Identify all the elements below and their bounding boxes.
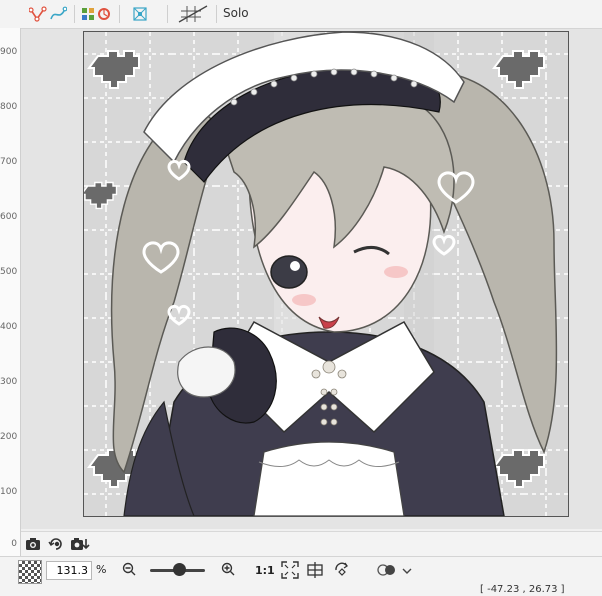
top-toolbar: Solo <box>0 0 602 29</box>
canvas-viewport[interactable] <box>21 29 602 529</box>
toolbar-separator <box>119 5 120 23</box>
artboard[interactable] <box>80 31 569 517</box>
grid-off-icon[interactable] <box>176 4 210 24</box>
chevron-down-icon[interactable] <box>402 565 412 578</box>
color-wheel-icon[interactable] <box>96 4 112 24</box>
toggle-display-icon[interactable] <box>377 563 399 580</box>
ruler-tick: 500 <box>0 267 18 277</box>
toolbar-separator <box>216 5 217 23</box>
ruler-tick: 100 <box>0 487 18 497</box>
transform-icon[interactable] <box>131 4 149 24</box>
ruler-tick: 600 <box>0 212 18 222</box>
actual-size-button[interactable]: 1:1 <box>255 564 275 577</box>
zoom-out-icon[interactable] <box>122 562 136 579</box>
cursor-coordinates: [ -47.23 , 26.73 ] <box>480 584 565 595</box>
zoom-bar: % 1:1 <box>0 556 602 585</box>
rotate-camera-icon[interactable] <box>48 536 65 555</box>
flip-horizontal-icon[interactable] <box>306 561 324 582</box>
zoom-input[interactable] <box>46 561 92 580</box>
toolbar-separator <box>167 5 168 23</box>
zoom-slider-thumb[interactable] <box>173 563 186 576</box>
vertical-ruler: 900 800 700 600 500 400 300 200 100 0 <box>0 28 21 556</box>
canvas-bottom-toolbar <box>21 531 602 557</box>
checkerboard-preview-icon[interactable] <box>18 560 42 584</box>
rotate-view-icon[interactable] <box>333 561 351 582</box>
artwork-illustration <box>80 31 568 517</box>
camera-icon[interactable] <box>25 536 41 554</box>
solo-label[interactable]: Solo <box>223 6 249 20</box>
ruler-tick: 200 <box>0 432 18 442</box>
curve-icon[interactable] <box>48 4 68 24</box>
toolbar-separator <box>74 5 75 23</box>
ruler-tick: 400 <box>0 322 18 332</box>
zoom-unit: % <box>96 563 107 576</box>
ruler-tick: 800 <box>0 102 18 112</box>
zoom-in-icon[interactable] <box>221 562 235 579</box>
ruler-tick: 300 <box>0 377 18 387</box>
camera-download-icon[interactable] <box>70 536 90 555</box>
ruler-tick: 0 <box>11 539 17 549</box>
fit-to-screen-icon[interactable] <box>281 561 299 582</box>
layer-grid-icon[interactable] <box>80 4 96 24</box>
ruler-tick: 900 <box>0 47 18 57</box>
ruler-tick: 700 <box>0 157 18 167</box>
vector-path-icon[interactable] <box>28 4 48 24</box>
